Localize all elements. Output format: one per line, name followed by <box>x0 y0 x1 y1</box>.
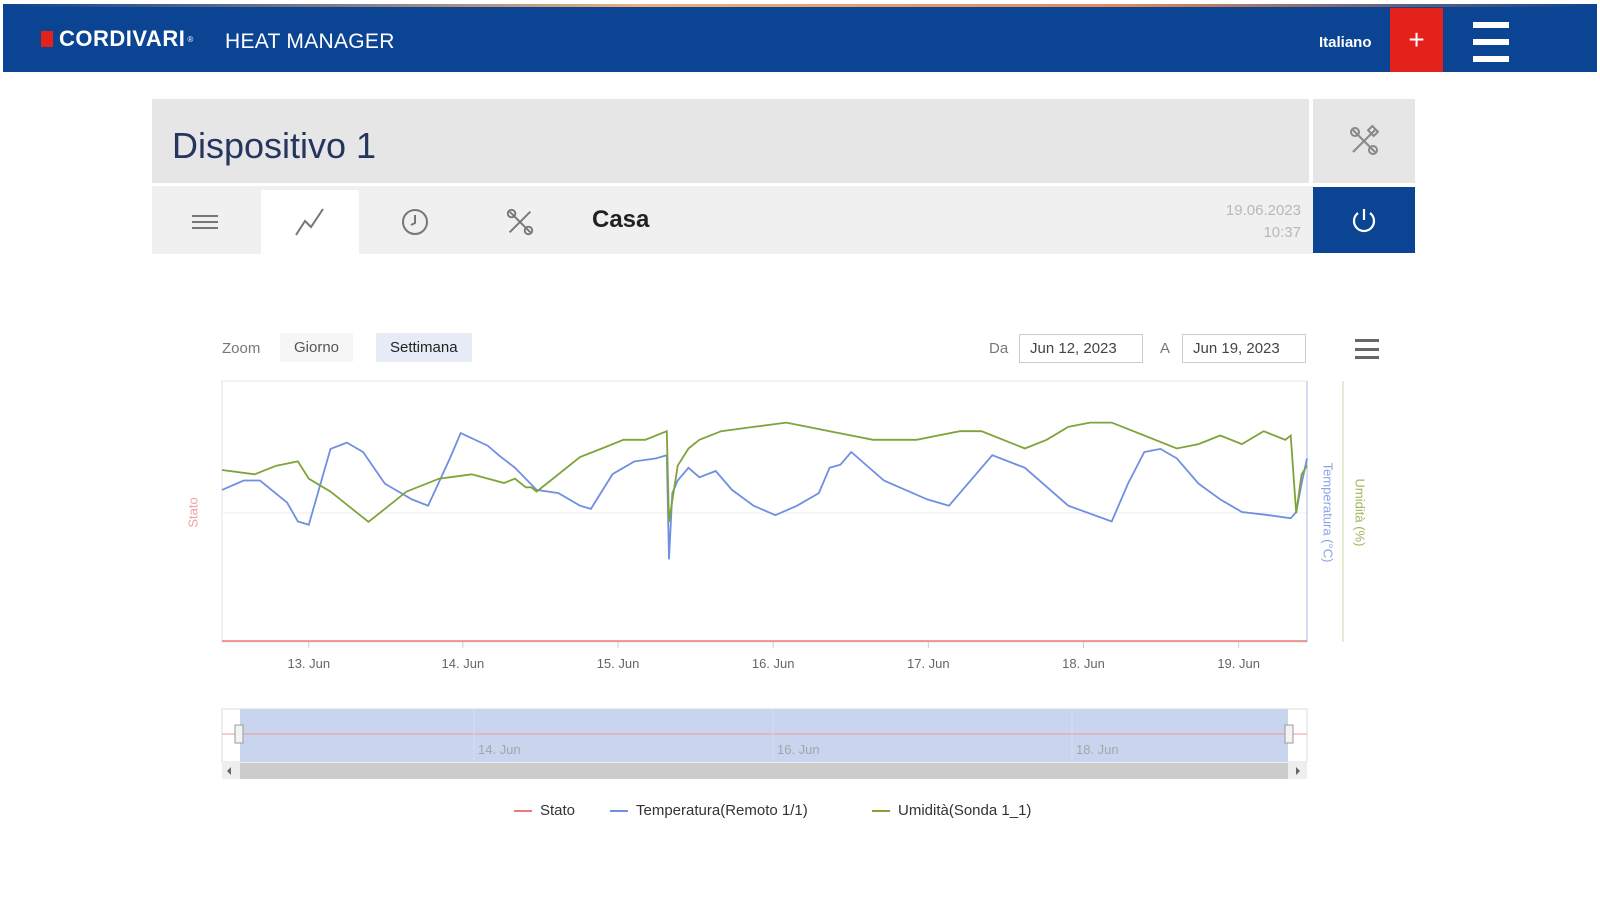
legend-label: Temperatura(Remoto 1/1) <box>636 802 808 819</box>
legend-label: Stato <box>540 802 576 819</box>
legend-swatch <box>610 809 628 812</box>
navigator-scrollbar-thumb <box>240 763 1288 779</box>
navigator-tick-label: 14. Jun <box>478 742 521 757</box>
legend-label: Umidità(Sonda 1_1) <box>898 802 1032 819</box>
navigator-right-handle <box>1284 724 1294 744</box>
legend-swatch <box>514 809 532 812</box>
legend-swatch <box>872 809 890 812</box>
legend-item-humidity[interactable]: Umidità(Sonda 1_1) <box>872 802 1031 819</box>
navigator-tick-label: 16. Jun <box>777 742 820 757</box>
range-navigator[interactable] <box>0 0 1600 900</box>
legend-item-stato[interactable]: Stato <box>514 802 575 819</box>
navigator-tick-label: 18. Jun <box>1076 742 1119 757</box>
legend-item-temperature[interactable]: Temperatura(Remoto 1/1) <box>610 802 808 819</box>
navigator-selected-range <box>240 709 1288 762</box>
navigator-left-handle <box>234 724 244 744</box>
